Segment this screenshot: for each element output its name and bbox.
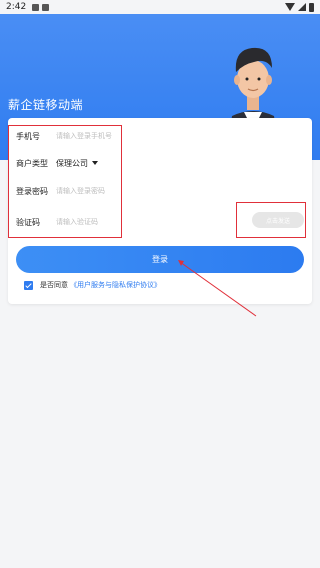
- battery-icon: [309, 2, 314, 12]
- status-bar: 2:42: [0, 0, 320, 14]
- login-button[interactable]: 登录: [16, 246, 304, 273]
- agreement-prefix: 是否同意: [40, 281, 68, 289]
- wifi-icon: [285, 3, 295, 11]
- fields-annotation-box: [8, 125, 122, 238]
- app-title: 薪企链移动端: [8, 98, 84, 112]
- agreement-row: 是否同意 《用户服务与隐私保护协议》: [24, 280, 161, 290]
- agreement-checkbox[interactable]: [24, 280, 33, 290]
- signal-icon: [298, 3, 306, 11]
- notification-icon: [32, 3, 40, 11]
- agreement-link[interactable]: 《用户服务与隐私保护协议》: [70, 280, 161, 290]
- status-time: 2:42: [6, 2, 27, 12]
- send-code-annotation-box: [236, 202, 306, 238]
- image-icon: [42, 3, 50, 11]
